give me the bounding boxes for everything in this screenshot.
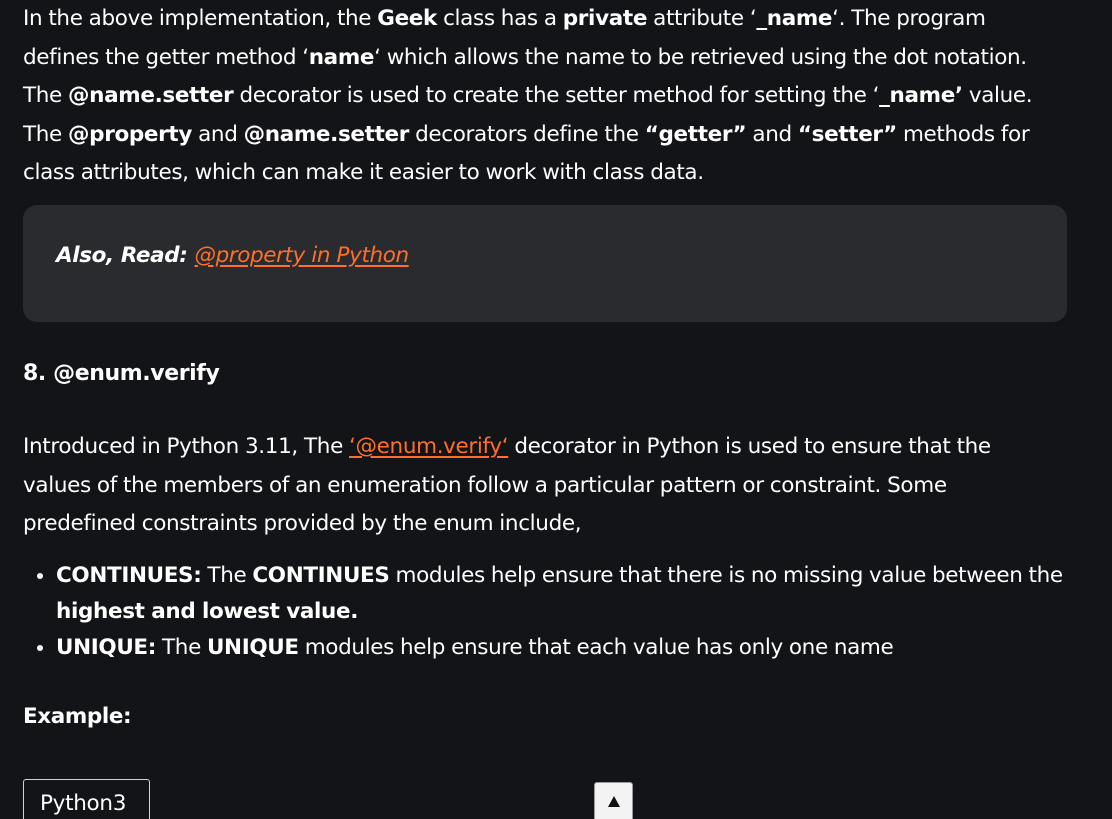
text: and [192, 121, 244, 147]
also-read-link[interactable]: @property in Python [194, 243, 409, 268]
paragraph-enum-verify: Introduced in Python 3.11, The ‘@enum.ve… [23, 428, 1063, 544]
text: attribute ‘ [647, 6, 757, 31]
text: and [746, 121, 798, 147]
text: Introduced in Python 3.11, The [23, 434, 350, 459]
bullet-label: UNIQUE: [56, 635, 157, 660]
bold-text: name [308, 44, 375, 70]
text: In the above implementation, the [23, 6, 378, 31]
also-read-callout: Also, Read: @property in Python [23, 205, 1067, 322]
triangle-up-icon [608, 796, 620, 807]
text: modules help ensure that there is no mis… [389, 563, 1064, 588]
bold-text: “setter” [797, 121, 897, 147]
list-item: CONTINUES: The CONTINUES modules help en… [56, 558, 1086, 630]
text: The [201, 563, 253, 588]
text: class has a [437, 6, 563, 31]
list-item: UNIQUE: The UNIQUE modules help ensure t… [56, 630, 1086, 666]
bold-text: private [562, 6, 648, 31]
text: decorator is used to create the setter m… [233, 83, 880, 108]
enum-verify-link[interactable]: ‘@enum.verify‘ [349, 434, 509, 459]
paragraph-implementation: In the above implementation, the Geek cl… [23, 0, 1063, 193]
also-read-label: Also, Read: [56, 243, 195, 268]
bold-text: @property [68, 121, 193, 147]
section-heading: 8. @enum.verify [23, 361, 220, 386]
example-label: Example: [23, 704, 132, 729]
bullet-label: CONTINUES: [56, 563, 202, 588]
bold-text: highest and lowest value. [56, 599, 359, 624]
text: decorators define the [408, 121, 645, 147]
bold-text: Geek [377, 6, 437, 31]
bold-text: _name’ [879, 83, 963, 108]
text: modules help ensure that each value has … [298, 635, 894, 660]
bold-text: UNIQUE [206, 635, 299, 660]
bold-text: “getter” [644, 121, 747, 147]
bold-text: _name [756, 6, 833, 31]
bold-text: CONTINUES [252, 563, 390, 588]
constraints-list: CONTINUES: The CONTINUES modules help en… [23, 558, 1086, 666]
also-read-text: Also, Read: @property in Python [56, 242, 409, 270]
scroll-up-button[interactable] [594, 782, 633, 819]
text: The [156, 635, 207, 660]
code-tab-python3[interactable]: Python3 [23, 779, 150, 819]
bold-text: @name.setter [243, 121, 410, 147]
bold-text: @name.setter [68, 83, 234, 108]
